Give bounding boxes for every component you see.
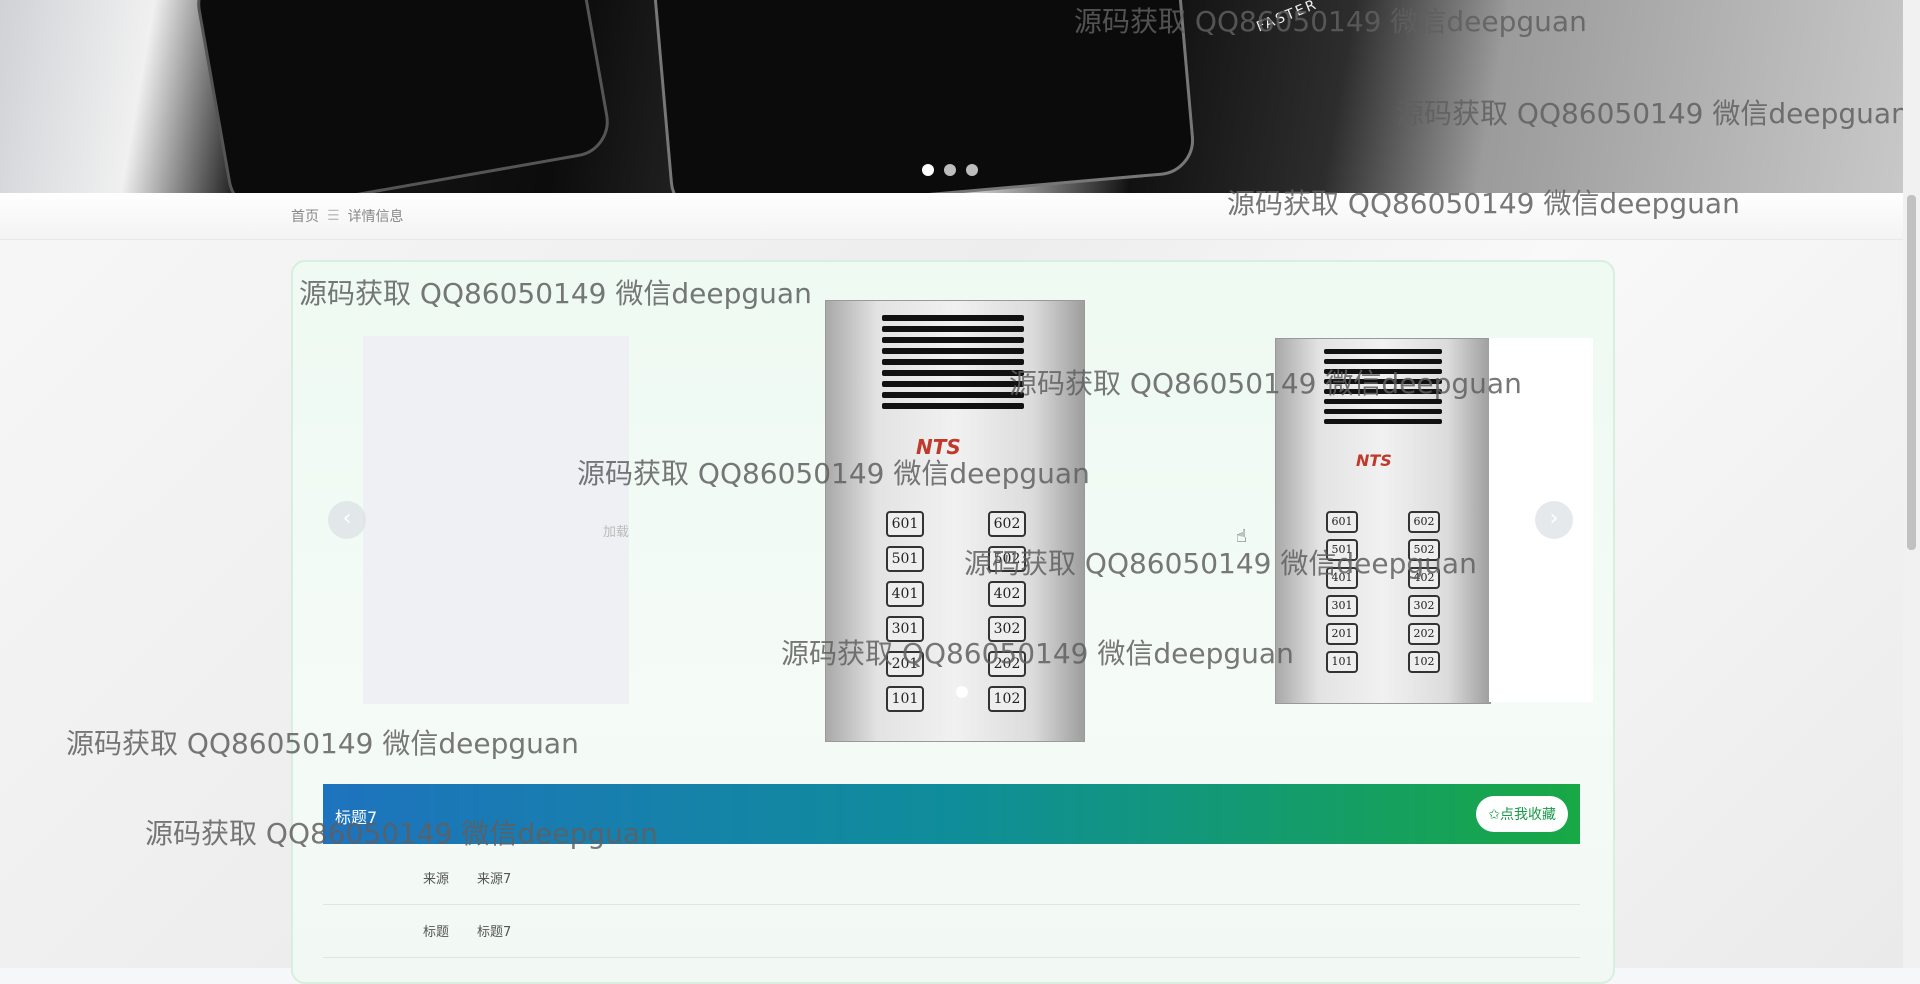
banner-dot[interactable] — [966, 164, 978, 176]
watermark-text: 源码获取 QQ86050149 微信deepguan — [1074, 5, 1587, 38]
intercom-button-602: 602 — [1408, 511, 1440, 533]
intercom-button-402: 402 — [988, 581, 1026, 607]
field-value: 标题7 — [477, 925, 512, 940]
intercom-button-101: 101 — [886, 686, 924, 712]
field-label: 标题 — [423, 925, 450, 940]
breadcrumb-current: 详情信息 — [347, 209, 404, 225]
intercom-logo: NTS — [1356, 451, 1392, 470]
field-value: 来源7 — [477, 872, 512, 887]
detail-fields: 来源 来源7 标题 标题7 — [323, 852, 1580, 958]
intercom-button-601: 601 — [886, 511, 924, 537]
intercom-button-101: 101 — [1326, 651, 1358, 673]
carousel-prev-button[interactable]: ‹ — [328, 501, 366, 539]
watermark-text: 源码获取 QQ86050149 微信deepguan — [1396, 97, 1909, 130]
breadcrumb-separator-icon: ☰ — [327, 208, 340, 224]
carousel-indicator-dot[interactable] — [956, 686, 968, 698]
carousel-slide-loading: 加载 — [363, 336, 629, 704]
breadcrumb: 首页 ☰ 详情信息 — [291, 206, 404, 226]
loading-text: 加载 — [603, 525, 630, 540]
field-label: 来源 — [423, 872, 450, 887]
intercom-button-102: 102 — [1408, 651, 1440, 673]
scrollbar-thumb[interactable] — [1907, 195, 1916, 550]
intercom-button-102: 102 — [988, 686, 1026, 712]
carousel-next-button[interactable]: › — [1535, 501, 1573, 539]
speaker-grill — [882, 315, 1024, 409]
intercom-button-301: 301 — [1326, 595, 1358, 617]
watermark-text: 源码获取 QQ86050149 微信deepguan — [1009, 367, 1522, 400]
intercom-button-602: 602 — [988, 511, 1026, 537]
favorite-button[interactable]: ✩点我收藏 — [1476, 796, 1568, 832]
intercom-button-601: 601 — [1326, 511, 1358, 533]
watermark-text: 源码获取 QQ86050149 微信deepguan — [299, 277, 812, 310]
banner-dot[interactable] — [944, 164, 956, 176]
watermark-text: 源码获取 QQ86050149 微信deepguan — [66, 727, 579, 760]
intercom-button-501: 501 — [886, 546, 924, 572]
detail-field-row: 标题 标题7 — [323, 905, 1580, 958]
watermark-text: 源码获取 QQ86050149 微信deepguan — [145, 817, 658, 850]
intercom-button-202: 202 — [1408, 623, 1440, 645]
watermark-text: 源码获取 QQ86050149 微信deepguan — [781, 637, 1294, 670]
banner-dot[interactable] — [922, 164, 934, 176]
watermark-text: 源码获取 QQ86050149 微信deepguan — [1227, 187, 1740, 220]
banner-phone-image — [191, 0, 615, 193]
watermark-text: 源码获取 QQ86050149 微信deepguan — [964, 547, 1477, 580]
mouse-cursor-icon: ☝ — [1236, 526, 1247, 547]
intercom-button-401: 401 — [886, 581, 924, 607]
breadcrumb-home-link[interactable]: 首页 — [291, 206, 319, 226]
intercom-button-302: 302 — [1408, 595, 1440, 617]
detail-field-row: 来源 来源7 — [323, 852, 1580, 905]
watermark-text: 源码获取 QQ86050149 微信deepguan — [577, 457, 1090, 490]
page-scrollbar[interactable] — [1903, 0, 1920, 968]
banner-dots — [922, 164, 978, 176]
intercom-button-201: 201 — [1326, 623, 1358, 645]
